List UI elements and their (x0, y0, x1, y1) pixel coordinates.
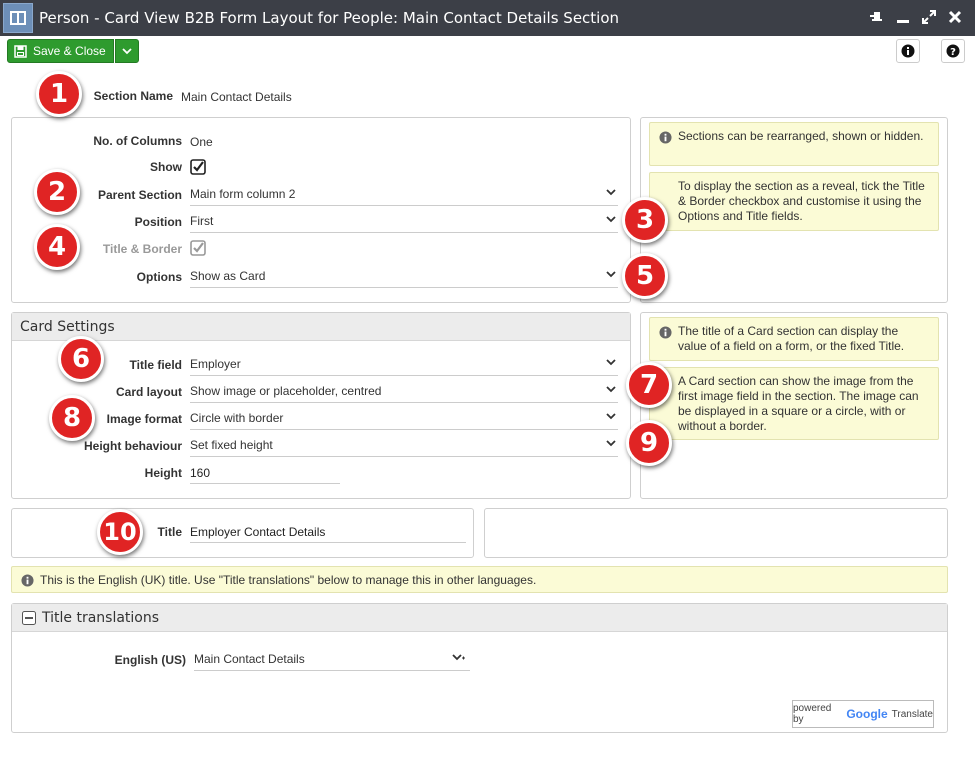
height-behaviour-select[interactable]: Set fixed height (190, 435, 618, 457)
columns-value: One (190, 135, 213, 149)
google-translate-attribution[interactable]: powered by Google Translate (792, 700, 934, 728)
chevron-down-icon (606, 440, 616, 447)
image-format-select[interactable]: Circle with border (190, 408, 618, 430)
callout-badge-8: 8 (49, 395, 95, 441)
chevron-down-icon (606, 216, 616, 223)
note-card-title-text: The title of a Card section can display … (678, 324, 905, 353)
callout-badge-7: 7 (626, 362, 672, 408)
note-rearrange-text: Sections can be rearranged, shown or hid… (678, 129, 924, 143)
save-close-label: Save & Close (33, 44, 106, 58)
title-translations-title: Title translations (42, 610, 160, 626)
note-card-image-text: A Card section can show the image from t… (678, 374, 919, 433)
callout-badge-2: 2 (34, 169, 80, 215)
height-label: Height (144, 466, 182, 480)
translate-chevron-icon (452, 654, 465, 661)
title-border-checkbox[interactable] (190, 240, 206, 256)
info-button[interactable] (896, 39, 920, 63)
card-layout-value: Show image or placeholder, centred (190, 384, 382, 398)
minimize-icon[interactable] (893, 6, 913, 28)
english-title-note-text: This is the English (UK) title. Use "Tit… (40, 573, 537, 587)
card-settings-header: Card Settings (12, 313, 630, 341)
parent-section-select[interactable]: Main form column 2 (190, 184, 618, 206)
english-us-value: Main Contact Details (194, 652, 305, 666)
english-title-note: This is the English (UK) title. Use "Tit… (11, 566, 948, 593)
columns-label: No. of Columns (93, 134, 182, 148)
chevron-down-icon (606, 359, 616, 366)
window-title: Person - Card View B2B Form Layout for P… (39, 9, 620, 27)
chevron-down-icon (606, 413, 616, 420)
svg-text:?: ? (950, 47, 956, 58)
callout-badge-1: 1 (36, 71, 82, 117)
card-layout-select[interactable]: Show image or placeholder, centred (190, 381, 618, 403)
callout-badge-6: 6 (58, 336, 104, 382)
show-checkbox[interactable] (190, 159, 206, 175)
note-reveal-text: To display the section as a reveal, tick… (678, 179, 925, 223)
title-field-value: Employer (190, 357, 241, 371)
callout-badge-5: 5 (622, 253, 668, 299)
note-rearrange: Sections can be rearranged, shown or hid… (649, 122, 939, 166)
save-icon (14, 44, 27, 58)
options-select[interactable]: Show as Card (190, 266, 618, 288)
translate-text: Translate (891, 708, 933, 720)
callout-badge-10: 10 (97, 509, 143, 555)
position-value: First (190, 214, 214, 228)
note-card-image: A Card section can show the image from t… (649, 367, 939, 440)
note-card-title: The title of a Card section can display … (649, 317, 939, 361)
pin-icon[interactable] (867, 6, 887, 28)
height-behaviour-value: Set fixed height (190, 438, 273, 452)
title-side-panel (484, 508, 948, 558)
save-close-button[interactable]: Save & Close (7, 39, 114, 63)
save-options-dropdown[interactable] (115, 39, 139, 63)
collapse-icon[interactable] (22, 611, 36, 625)
title-field-select[interactable]: Employer (190, 354, 618, 376)
chevron-down-icon (606, 386, 616, 393)
chevron-down-icon (606, 271, 616, 278)
info-icon (901, 44, 915, 58)
parent-section-value: Main form column 2 (190, 187, 296, 201)
window-titlebar: Person - Card View B2B Form Layout for P… (0, 0, 975, 36)
english-us-label: English (US) (114, 653, 186, 667)
maximize-icon[interactable] (919, 6, 939, 28)
toolbar: Save & Close ? (0, 36, 975, 66)
chevron-down-icon (122, 47, 132, 54)
card-view-icon (3, 3, 33, 33)
english-us-select[interactable]: Main Contact Details (194, 649, 470, 671)
info-icon (21, 574, 34, 587)
options-label: Options (136, 270, 182, 284)
title-translations-header[interactable]: Title translations (12, 604, 947, 632)
help-icon: ? (946, 44, 960, 58)
height-behaviour-label: Height behaviour (83, 439, 182, 453)
section-name-value: Main Contact Details (181, 90, 292, 104)
info-icon (659, 326, 672, 339)
close-icon[interactable] (945, 6, 965, 28)
callout-badge-3: 3 (622, 197, 668, 243)
callout-badge-9: 9 (626, 420, 672, 466)
note-reveal: To display the section as a reveal, tick… (649, 172, 939, 231)
callout-badge-4: 4 (34, 224, 80, 270)
info-icon (659, 131, 672, 144)
image-format-value: Circle with border (190, 411, 284, 425)
position-select[interactable]: First (190, 211, 618, 233)
powered-by-text: powered by (793, 703, 832, 725)
google-logo: Google (846, 707, 888, 721)
form-body: Section Name Main Contact Details No. of… (0, 66, 975, 762)
height-input[interactable]: 160 (190, 462, 340, 484)
options-value: Show as Card (190, 269, 266, 283)
help-button[interactable]: ? (941, 39, 965, 63)
chevron-down-icon (606, 189, 616, 196)
title-input[interactable]: Employer Contact Details (190, 521, 466, 543)
